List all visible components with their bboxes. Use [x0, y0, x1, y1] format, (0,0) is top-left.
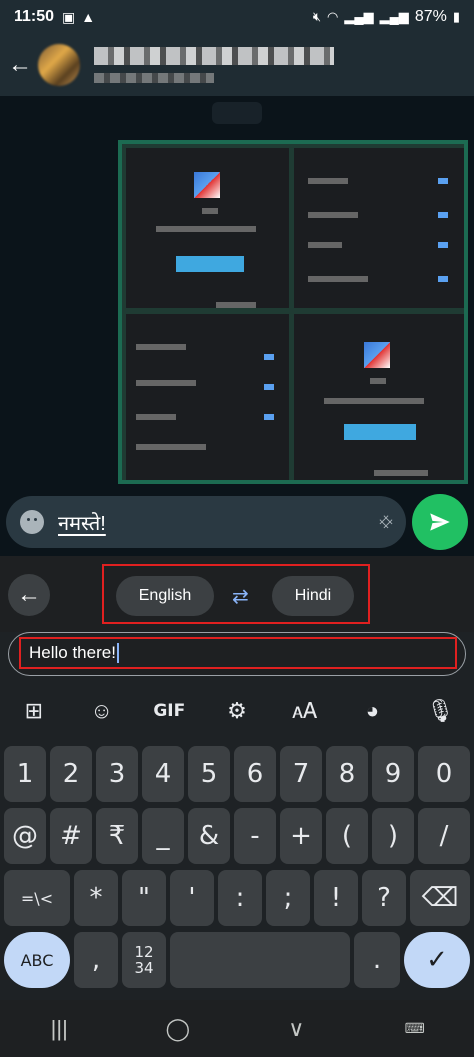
signal-2-icon: ▂▄▆ [379, 9, 409, 24]
gallery-icon: ▣ [62, 8, 76, 25]
sticker-icon[interactable]: ☺ [68, 698, 136, 724]
keyboard-toolbar: ⊞ ☺ GIF ⚙ 🗚 ◕ 🎙︎ [0, 686, 474, 736]
message-compose-field[interactable]: नमस्ते! ⌗ [6, 496, 406, 548]
image-panel [294, 314, 464, 480]
back-arrow-icon[interactable]: ← [8, 51, 32, 79]
target-language-button[interactable]: Hindi [272, 576, 354, 616]
key-period[interactable]: . [354, 932, 400, 988]
apps-grid-icon[interactable]: ⊞ [0, 698, 68, 724]
recents-icon[interactable]: ||| [0, 1016, 119, 1042]
backspace-icon: ⌫ [421, 883, 459, 913]
signal-1-icon: ▂▄▆ [344, 9, 374, 24]
contact-name [94, 47, 334, 65]
home-icon[interactable]: ◯ [119, 1016, 238, 1042]
numpad-key[interactable]: 12 34 [122, 932, 166, 988]
key-3[interactable]: 3 [96, 746, 138, 802]
key-colon[interactable]: : [218, 870, 262, 926]
key-7[interactable]: 7 [280, 746, 322, 802]
source-language-button[interactable]: English [116, 576, 214, 616]
key-8[interactable]: 8 [326, 746, 368, 802]
key-slash[interactable]: / [418, 808, 470, 864]
key-double-quote[interactable]: " [122, 870, 166, 926]
status-time: 11:50 [14, 8, 55, 25]
key-at[interactable]: @ [4, 808, 46, 864]
battery-icon: ▮ [452, 9, 460, 24]
key-2[interactable]: 2 [50, 746, 92, 802]
wifi-icon: ◠ [327, 9, 339, 24]
emoji-icon[interactable] [20, 510, 44, 534]
key-single-quote[interactable]: ' [170, 870, 214, 926]
gif-button[interactable]: GIF [135, 701, 203, 721]
image-message[interactable] [118, 140, 468, 484]
key-close-paren[interactable]: ) [372, 808, 414, 864]
translate-input-text: Hello there! [29, 643, 116, 662]
key-open-paren[interactable]: ( [326, 808, 368, 864]
key-more-symbols[interactable]: =\< [4, 870, 70, 926]
key-1[interactable]: 1 [4, 746, 46, 802]
space-key[interactable] [170, 932, 350, 988]
image-panel [294, 148, 464, 308]
image-panel [126, 148, 289, 308]
send-button[interactable] [412, 494, 468, 550]
backspace-key[interactable]: ⌫ [410, 870, 470, 926]
key-4[interactable]: 4 [142, 746, 184, 802]
status-bar: 11:50 ▣ ▲ 🔇︎ ◠ ▂▄▆ ▂▄▆ 87% ▮ [0, 0, 474, 34]
system-nav-bar: ||| ◯ ∨ ⌨ [0, 1000, 474, 1057]
send-icon [430, 513, 450, 531]
key-question[interactable]: ? [362, 870, 406, 926]
translate-icon[interactable]: 🗚 [271, 698, 339, 724]
contact-info[interactable] [94, 47, 334, 83]
checkmark-icon: ✓ [426, 945, 448, 975]
attach-icon[interactable]: ⌗ [372, 508, 399, 535]
translate-input-field[interactable]: Hello there! [8, 632, 466, 676]
mute-icon: 🔇︎ [312, 9, 322, 24]
key-9[interactable]: 9 [372, 746, 414, 802]
key-asterisk[interactable]: * [74, 870, 118, 926]
back-arrow-icon: ← [17, 581, 41, 608]
swap-languages-icon[interactable]: ⇄ [232, 584, 249, 609]
key-plus[interactable]: + [280, 808, 322, 864]
key-comma[interactable]: , [74, 932, 118, 988]
message-input[interactable]: नमस्ते! [58, 509, 106, 536]
palette-icon[interactable]: ◕ [339, 698, 407, 724]
key-5[interactable]: 5 [188, 746, 230, 802]
abc-key[interactable]: ABC [4, 932, 70, 988]
image-panel [126, 314, 289, 480]
translate-back-button[interactable]: ← [8, 574, 50, 616]
key-0[interactable]: 0 [418, 746, 470, 802]
done-key[interactable]: ✓ [404, 932, 470, 988]
warning-icon: ▲ [81, 8, 96, 25]
text-cursor [116, 643, 119, 663]
language-selector: English ⇄ Hindi [102, 564, 370, 624]
back-chevron-icon[interactable]: ∨ [237, 1016, 356, 1042]
translate-bar: ← English ⇄ Hindi [0, 556, 474, 632]
battery-percent: 87% [414, 8, 447, 25]
contact-status [94, 73, 214, 83]
key-minus[interactable]: - [234, 808, 276, 864]
avatar[interactable] [38, 44, 80, 86]
date-chip [212, 102, 262, 124]
key-semicolon[interactable]: ; [266, 870, 310, 926]
keyboard-switch-icon[interactable]: ⌨ [356, 1020, 474, 1037]
settings-gear-icon[interactable]: ⚙ [203, 698, 271, 724]
key-ampersand[interactable]: & [188, 808, 230, 864]
key-6[interactable]: 6 [234, 746, 276, 802]
key-exclamation[interactable]: ! [314, 870, 358, 926]
microphone-icon[interactable]: 🎙︎ [406, 698, 474, 724]
key-underscore[interactable]: _ [142, 808, 184, 864]
chat-header: ← [0, 34, 474, 96]
key-hash[interactable]: # [50, 808, 92, 864]
key-rupee[interactable]: ₹ [96, 808, 138, 864]
